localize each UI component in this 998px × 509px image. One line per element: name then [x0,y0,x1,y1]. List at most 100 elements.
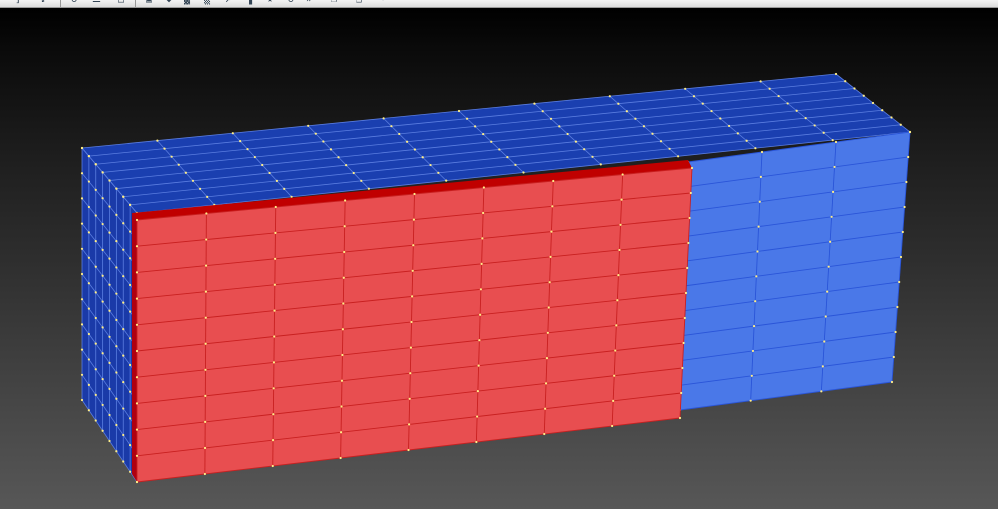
mesh-node [752,324,756,328]
mesh-node [94,163,97,166]
mesh-node [101,248,104,251]
mesh-node [583,148,586,151]
filter-button[interactable]: » [305,0,313,6]
node-select-button[interactable]: ▒ [203,0,211,6]
mesh-node [756,250,759,253]
mesh-node [546,331,549,334]
mesh-node [479,288,482,291]
graphics-viewport[interactable] [0,8,998,509]
mesh-node [777,94,780,98]
mesh-node [94,188,97,191]
mesh-node [340,379,344,382]
mesh-node [612,399,615,402]
mesh-node [122,301,125,304]
mesh-node [759,175,762,178]
mesh-node [246,148,249,151]
mesh-node [205,238,208,241]
mesh-node [108,413,111,417]
mesh-node [829,240,832,243]
copy-button[interactable]: ❐ [330,0,338,6]
mesh-node [830,215,833,218]
mesh-node [482,132,485,136]
mesh-node [274,231,277,234]
mesh-node [122,433,125,437]
shade-toggle-button[interactable]: ▣ [145,0,153,6]
mesh-node [680,391,683,395]
mesh-node [80,222,84,225]
red-part-front-face[interactable] [137,168,692,482]
mesh-node [481,237,484,240]
mesh-node [574,140,578,143]
reset-button[interactable]: ↺ [287,0,295,6]
mesh-node [896,305,899,309]
mesh-node [409,372,412,375]
mesh-node [898,280,901,284]
mesh-node [727,124,731,128]
mesh-node [253,155,256,159]
mesh-node [408,423,411,426]
mesh-node [390,125,393,128]
mesh-display-button[interactable]: ◆ [165,0,173,6]
mesh-node [757,225,760,228]
mesh-node [135,402,139,405]
zoom-fit-button[interactable]: ] [14,0,22,6]
mesh-node [745,139,748,142]
mesh-node [122,328,125,331]
mesh-node [412,218,415,221]
mesh-node [813,124,816,127]
mesh-node [625,110,628,113]
mesh-node [687,241,690,245]
mesh-node [94,265,97,268]
mesh-node [135,480,139,484]
mesh-node [552,179,555,183]
highlight-button[interactable]: ★ [266,0,274,6]
mesh-node [108,205,111,208]
mesh-node [620,198,623,201]
mesh-node [80,323,84,326]
chart-button[interactable]: ▐ [245,0,253,6]
mesh-node [413,148,416,151]
undo-button[interactable]: ↶ [380,0,388,6]
measure-button[interactable]: ↗ [224,0,232,6]
mesh-node [87,332,90,336]
mesh-node [135,349,139,353]
red-part-side-face[interactable] [132,213,137,482]
mesh-node [80,272,84,276]
pan-view-button[interactable]: ☰ [92,0,101,6]
mesh-node [94,291,97,294]
mesh-model-canvas[interactable] [0,8,998,509]
mesh-node [115,371,118,374]
mesh-node [87,231,90,234]
mesh-node [135,428,139,431]
mesh-node [411,295,414,298]
mesh-node [122,248,125,251]
mesh-node [80,348,84,351]
mesh-node [122,380,125,384]
mesh-node [490,140,493,143]
mesh-node [786,102,789,105]
mesh-node [108,439,111,443]
mesh-node [651,132,654,135]
mesh-node [108,257,111,260]
red-part[interactable] [132,160,692,482]
mesh-node [608,95,611,98]
mesh-node [273,309,276,312]
element-select-button[interactable]: ▓ [183,0,191,6]
mesh-node [686,266,689,270]
mesh-node [163,147,166,150]
mesh-node [465,117,469,120]
mesh-node [115,266,118,269]
paste-button[interactable]: ❑ [355,0,363,6]
mesh-node [547,306,550,309]
rotate-view-button[interactable]: ↻ [70,0,78,6]
mesh-node [80,247,84,250]
mesh-node [80,197,84,200]
save-view-button[interactable]: □ [117,0,125,6]
mesh-node [341,328,344,331]
mesh-node [844,80,847,83]
mesh-node [94,419,97,422]
mesh-node [382,117,385,120]
mesh-node [482,211,485,215]
zoom-window-button[interactable]: ↙ [40,0,48,6]
mesh-node [479,313,482,316]
